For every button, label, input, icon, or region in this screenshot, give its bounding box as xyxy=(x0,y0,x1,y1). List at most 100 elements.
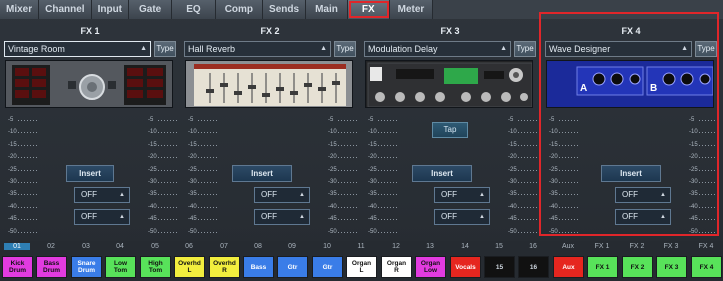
tab-main[interactable]: Main xyxy=(306,0,348,19)
channel-number: FX 2 xyxy=(629,243,645,250)
fx1-panel: FX 1 Vintage Room ▲ Type -5 -10 -15 -20 -25 -3… xyxy=(2,22,178,238)
tab-sends[interactable]: Sends xyxy=(263,0,307,19)
channel-number: 08 xyxy=(254,243,262,250)
tab-input[interactable]: Input xyxy=(91,0,130,19)
app-root: { "tabs": [ {"label":"Mixer","active":fa… xyxy=(0,0,723,281)
fx2-type-button[interactable]: Type xyxy=(334,41,356,57)
fx3-meter-ticks-left xyxy=(378,114,398,238)
updown-arrow-icon: ▲ xyxy=(119,192,125,198)
channel-number: FX 1 xyxy=(594,243,610,250)
fx3-meter-scale-right: -5 -10 -15 -20 -25 -30 -35 -40 -45 -50 xyxy=(508,117,517,235)
fx2-panel: FX 2 Hall Reverb ▲ Type -5 -10 -15 -20 -… xyxy=(182,22,358,238)
channel-select-button[interactable]: Organ Low xyxy=(415,256,446,278)
fx3-tap-button[interactable]: Tap xyxy=(432,122,468,138)
channel-number: Aux xyxy=(561,243,575,250)
channel-select-button[interactable]: Overhd L xyxy=(174,256,205,278)
channel-select-button[interactable]: Bass Drum xyxy=(36,256,67,278)
updown-arrow-icon: ▲ xyxy=(479,214,485,220)
fx3-send-select-2[interactable]: OFF ▲ xyxy=(434,209,490,225)
fx2-title: FX 2 xyxy=(260,26,280,36)
fx3-plugin-image[interactable] xyxy=(365,60,533,108)
fx2-meter-scale-right: -5 -10 -15 -20 -25 -30 -35 -40 -45 -50 xyxy=(328,117,337,235)
channel-number: 12 xyxy=(392,243,400,250)
fx1-meter-scale-right: -5 -10 -15 -20 -25 -30 -35 -40 -45 -50 xyxy=(148,117,157,235)
updown-arrow-icon: ▲ xyxy=(479,192,485,198)
fx2-send-select-2[interactable]: OFF ▲ xyxy=(254,209,310,225)
fx1-meter-ticks-right xyxy=(158,114,178,238)
fx3-meter-ticks-right xyxy=(518,114,538,238)
channel-select-button[interactable]: FX 2 xyxy=(622,256,653,278)
fx3-send-select-1[interactable]: OFF ▲ xyxy=(434,187,490,203)
fx1-send-select-2[interactable]: OFF ▲ xyxy=(74,209,130,225)
modulation-delay-plugin-graphic xyxy=(366,61,532,107)
channel-number: 04 xyxy=(116,243,124,250)
channel-number: 01 xyxy=(4,243,30,250)
channel-number: 09 xyxy=(288,243,296,250)
hall-reverb-plugin-graphic xyxy=(186,61,352,107)
channel-number: 10 xyxy=(323,243,331,250)
fx2-meter-scale-left: -5 -10 -15 -20 -25 -30 -35 -40 -45 -50 xyxy=(188,117,197,235)
channel-select-button[interactable]: FX 1 xyxy=(587,256,618,278)
fx2-send-select-1[interactable]: OFF ▲ xyxy=(254,187,310,203)
tab-comp[interactable]: Comp xyxy=(215,0,264,19)
fx1-title: FX 1 xyxy=(80,26,100,36)
fx4-highlight-frame xyxy=(539,12,719,236)
tab-meter[interactable]: Meter xyxy=(389,0,434,19)
fx3-panel: FX 3 Modulation Delay ▲ Type Tap -5 -10 -15… xyxy=(362,22,538,238)
fx3-insert-button[interactable]: Insert xyxy=(412,165,472,182)
tab-fx[interactable]: FX xyxy=(347,0,390,19)
channel-select-button[interactable]: 15 xyxy=(484,256,515,278)
channel-number: 14 xyxy=(461,243,469,250)
fx1-preset-value: Vintage Room xyxy=(8,44,65,54)
fx1-type-button[interactable]: Type xyxy=(154,41,176,57)
fx1-send-select-1[interactable]: OFF ▲ xyxy=(74,187,130,203)
updown-arrow-icon: ▲ xyxy=(500,45,507,52)
fx3-preset-select[interactable]: Modulation Delay ▲ xyxy=(364,41,511,57)
channel-select-button[interactable]: Kick Drum xyxy=(2,256,33,278)
fx2-preset-select[interactable]: Hall Reverb ▲ xyxy=(184,41,331,57)
channel-number: 06 xyxy=(185,243,193,250)
channel-select-button[interactable]: Aux xyxy=(553,256,584,278)
channel-select-button[interactable]: 16 xyxy=(518,256,549,278)
channel-number: FX 3 xyxy=(663,243,679,250)
channel-select-button[interactable]: Overhd R xyxy=(209,256,240,278)
channel-select-button[interactable]: Bass xyxy=(243,256,274,278)
channel-select-button[interactable]: High Tom xyxy=(140,256,171,278)
vintage-room-plugin-graphic xyxy=(6,61,172,107)
fx1-insert-button[interactable]: Insert xyxy=(66,165,114,182)
channel-number: 07 xyxy=(220,243,228,250)
channel-select-button[interactable]: FX 4 xyxy=(691,256,722,278)
updown-arrow-icon: ▲ xyxy=(140,45,147,52)
fx1-plugin-image[interactable] xyxy=(5,60,173,108)
channel-select-button[interactable]: FX 3 xyxy=(656,256,687,278)
fx3-title: FX 3 xyxy=(440,26,460,36)
fx2-plugin-image[interactable] xyxy=(185,60,353,108)
channel-select-button[interactable]: Gtr xyxy=(312,256,343,278)
updown-arrow-icon: ▲ xyxy=(119,214,125,220)
channel-number: 02 xyxy=(47,243,55,250)
fx1-preset-select[interactable]: Vintage Room ▲ xyxy=(4,41,151,57)
fx2-insert-button[interactable]: Insert xyxy=(232,165,292,182)
fx3-type-button[interactable]: Type xyxy=(514,41,536,57)
channel-number: FX 4 xyxy=(698,243,714,250)
fx1-meter-scale-left: -5 -10 -15 -20 -25 -30 -35 -40 -45 -50 xyxy=(8,117,17,235)
tab-gate[interactable]: Gate xyxy=(129,0,173,19)
channel-select-button[interactable]: Organ R xyxy=(381,256,412,278)
channel-selector-bar: 01 Kick Drum 02 Bass Drum 03 Snare Drum 04 Low … xyxy=(0,241,723,281)
channel-number: 11 xyxy=(357,243,365,250)
channel-select-button[interactable]: Snare Drum xyxy=(71,256,102,278)
tab-mixer[interactable]: Mixer xyxy=(0,0,40,19)
fx3-meter-scale-left: -5 -10 -15 -20 -25 -30 -35 -40 -45 -50 xyxy=(368,117,377,235)
channel-number: 03 xyxy=(82,243,90,250)
fx2-meter-ticks-right xyxy=(338,114,358,238)
tab-eq[interactable]: EQ xyxy=(172,0,216,19)
channel-select-button[interactable]: Gtr xyxy=(277,256,308,278)
channel-select-button[interactable]: Vocals xyxy=(450,256,481,278)
channel-select-button[interactable]: Low Tom xyxy=(105,256,136,278)
channel-number: 15 xyxy=(495,243,503,250)
fx2-meter-ticks-left xyxy=(198,114,218,238)
updown-arrow-icon: ▲ xyxy=(299,192,305,198)
updown-arrow-icon: ▲ xyxy=(320,45,327,52)
tab-channel[interactable]: Channel xyxy=(39,0,92,19)
channel-select-button[interactable]: Organ L xyxy=(346,256,377,278)
